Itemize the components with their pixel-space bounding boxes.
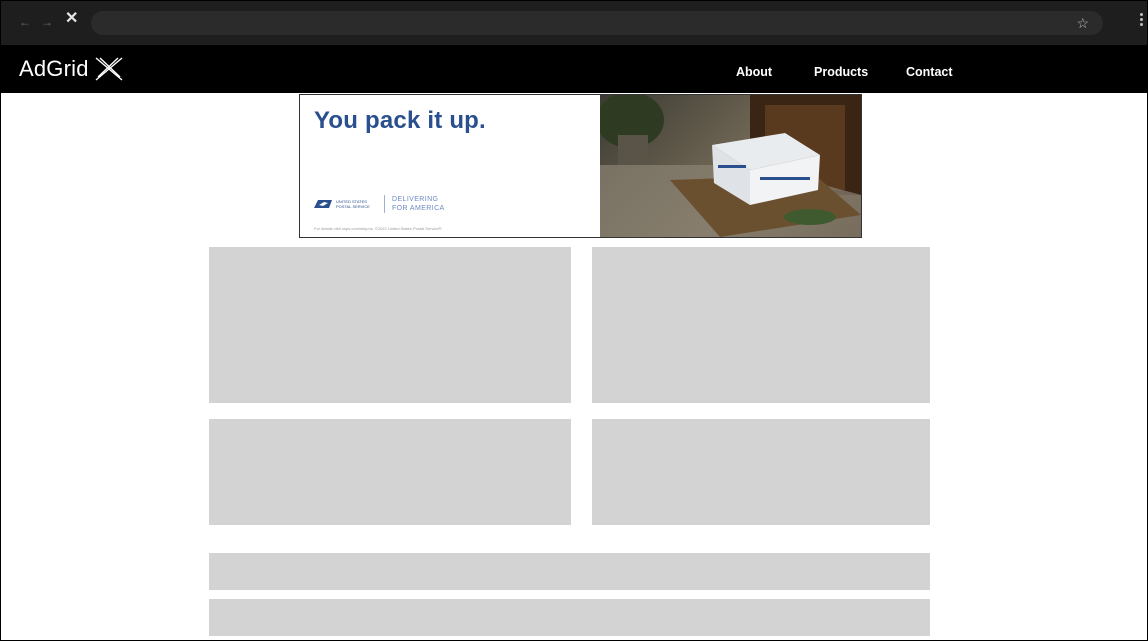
browser-toolbar: ← → ✕ ☆ — [1, 1, 1147, 45]
ad-photo-package-on-doormat — [596, 95, 861, 237]
logo-divider — [384, 195, 385, 213]
package-scene-illustration — [596, 95, 861, 237]
nav-link-about[interactable]: About — [736, 65, 772, 79]
ad-headline: You pack it up. — [314, 107, 486, 134]
ad-banner[interactable]: You pack it up. UNITED STATES POSTAL SER… — [299, 94, 862, 238]
browser-menu-icon[interactable] — [1140, 13, 1143, 29]
tagline-line-2: FOR AMERICA — [392, 205, 445, 212]
bookmark-star-icon[interactable]: ☆ — [1076, 15, 1089, 32]
usps-tagline: DELIVERING FOR AMERICA — [392, 195, 445, 213]
browser-window: ← → ✕ ☆ AdGrid About Products Contact Yo… — [0, 0, 1148, 641]
site-header: AdGrid About Products Contact — [1, 45, 1147, 93]
stop-loading-icon[interactable]: ✕ — [65, 11, 78, 27]
placeholder-card — [209, 419, 571, 525]
back-icon[interactable]: ← — [19, 15, 31, 29]
placeholder-bar — [209, 553, 930, 590]
placeholder-card — [209, 247, 571, 403]
ad-legal-text: For details visit usps.com/ship/us. ©202… — [314, 226, 443, 231]
brand-name: AdGrid — [19, 56, 89, 81]
placeholder-card — [592, 247, 930, 403]
ad-copy-panel: You pack it up. UNITED STATES POSTAL SER… — [300, 95, 600, 237]
placeholder-card — [592, 419, 930, 525]
placeholder-bar — [209, 599, 930, 636]
tagline-line-1: DELIVERING — [392, 196, 439, 203]
nav-link-contact[interactable]: Contact — [906, 65, 953, 79]
address-bar[interactable]: ☆ — [91, 11, 1103, 35]
nav-link-products[interactable]: Products — [814, 65, 868, 79]
brand-x-mark-icon — [95, 57, 123, 81]
usps-eagle-logo-icon — [314, 200, 332, 208]
forward-icon[interactable]: → — [41, 15, 53, 29]
usps-org-name: UNITED STATES POSTAL SERVICE — [336, 199, 370, 209]
brand-logo[interactable]: AdGrid — [19, 55, 125, 83]
